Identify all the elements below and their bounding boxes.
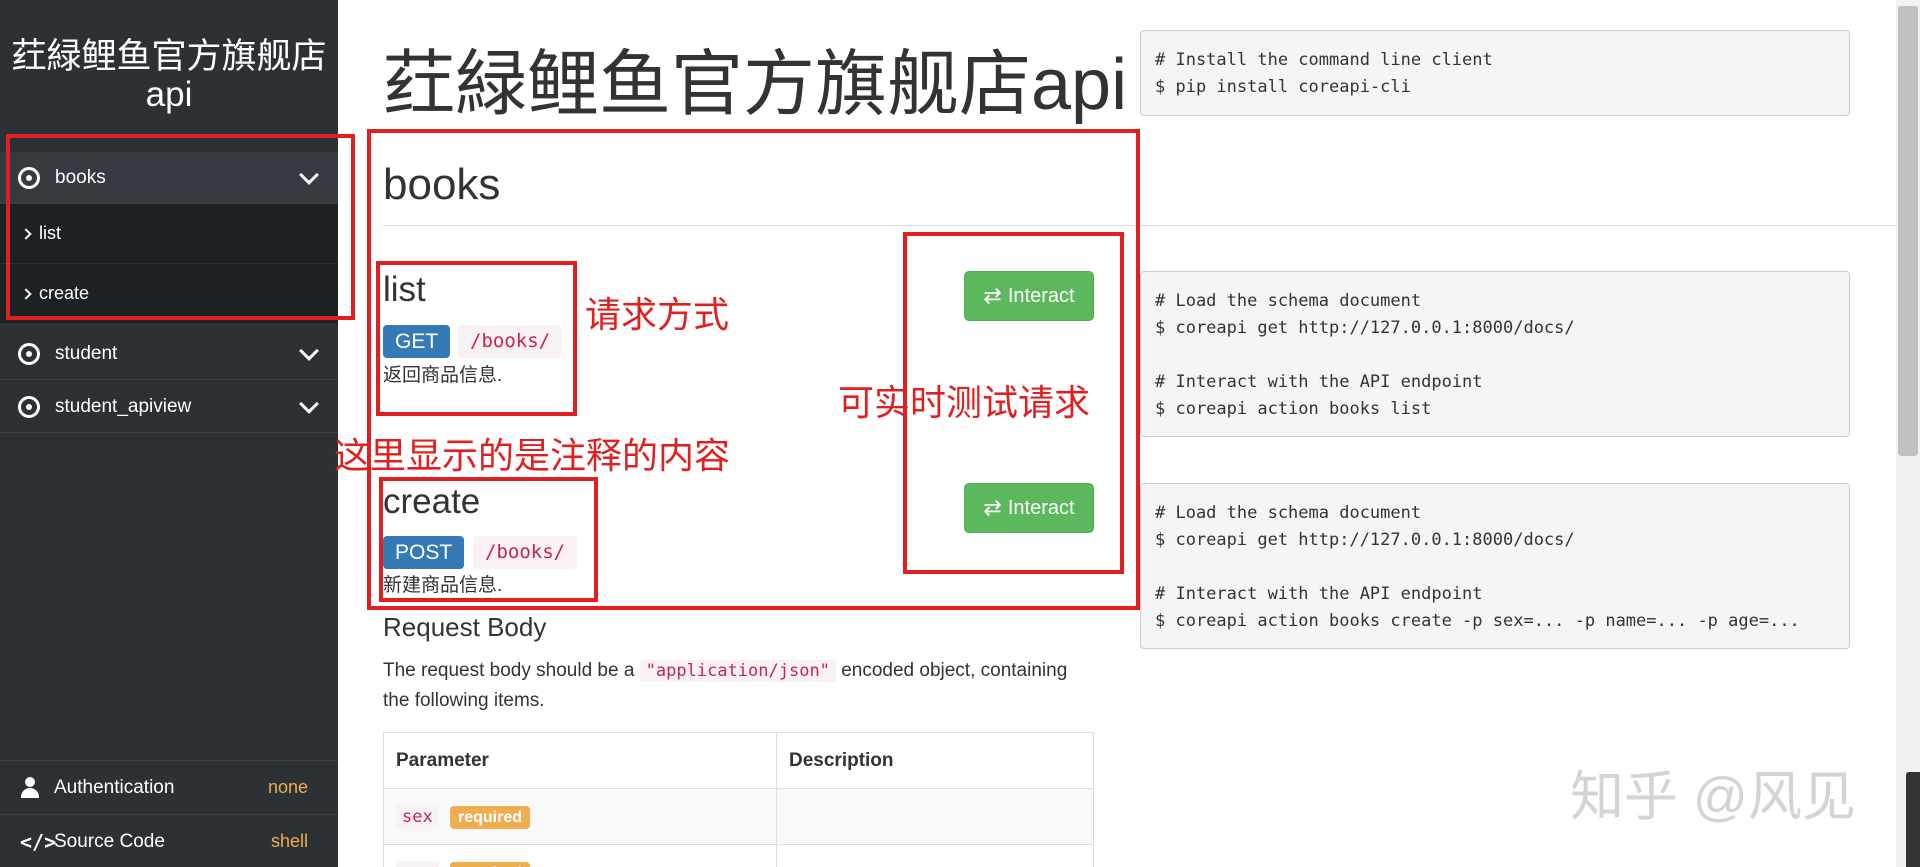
user-icon <box>20 776 40 799</box>
page-title: 荭緑鲤鱼官方旗舰店api <box>383 45 1128 125</box>
endpoint-create-code-block: # Load the schema document $ coreapi get… <box>1140 483 1850 649</box>
endpoint-list-code-block: # Load the schema document $ coreapi get… <box>1140 271 1850 437</box>
param-cell: age required <box>383 844 777 867</box>
table-row: age required <box>383 844 1094 867</box>
content-type-code: "application/json" <box>639 660 836 682</box>
sidebar: 荭緑鲤鱼官方旗舰店api books list create student s… <box>0 0 338 867</box>
nav-student-apiview-label: student_apiview <box>55 395 192 417</box>
authentication-label: Authentication <box>54 776 175 798</box>
target-icon <box>18 395 40 418</box>
source-code-label: Source Code <box>54 830 165 852</box>
table-header-row: Parameter Description <box>383 732 1094 789</box>
param-name: sex <box>396 804 439 829</box>
source-code-item[interactable]: </> Source Code shell <box>0 814 338 867</box>
scroll-corner-widget <box>1906 772 1920 867</box>
column-header-description: Description <box>776 732 1094 789</box>
site-title[interactable]: 荭緑鲤鱼官方旗舰店api <box>0 0 338 114</box>
scrollbar-thumb[interactable] <box>1898 6 1918 456</box>
annotation-comment-content: 这里显示的是注释的内容 <box>334 435 731 476</box>
annotation-box-sidebar <box>6 134 355 320</box>
install-code-block: # Install the command line client $ pip … <box>1140 30 1850 116</box>
request-body-title: Request Body <box>383 612 547 642</box>
param-description-cell <box>776 844 1094 867</box>
param-name-partial: age <box>396 860 439 867</box>
nav-student-label: student <box>55 342 118 364</box>
param-cell: sex required <box>383 788 777 845</box>
chevron-down-icon <box>299 393 319 414</box>
required-badge: required <box>450 805 531 829</box>
nav-group-student-apiview: student_apiview <box>0 381 338 433</box>
table-row: sex required <box>383 788 1094 845</box>
chevron-down-icon <box>299 340 319 361</box>
nav-student[interactable]: student <box>0 328 338 380</box>
nav-student-apiview[interactable]: student_apiview <box>0 381 338 433</box>
request-body-text-before: The request body should be a <box>383 660 635 681</box>
annotation-box-create <box>379 477 598 602</box>
nav-group-student: student <box>0 328 338 380</box>
target-icon <box>18 342 40 365</box>
column-header-parameter: Parameter <box>383 732 777 789</box>
annotation-realtime-test: 可实时测试请求 <box>838 382 1091 423</box>
authentication-item[interactable]: Authentication none <box>0 760 338 814</box>
authentication-value[interactable]: none <box>268 777 308 798</box>
param-description-cell <box>776 788 1094 845</box>
request-body-text: The request body should be a "applicatio… <box>383 656 1083 716</box>
annotation-request-method: 请求方式 <box>585 294 730 335</box>
watermark: 知乎 @风见 <box>1570 767 1856 827</box>
required-badge: required <box>450 861 531 867</box>
annotation-box-list <box>376 261 577 416</box>
code-icon: </> <box>20 829 57 854</box>
source-code-value[interactable]: shell <box>271 831 308 852</box>
parameter-table: Parameter Description sex required age r… <box>383 732 1094 867</box>
